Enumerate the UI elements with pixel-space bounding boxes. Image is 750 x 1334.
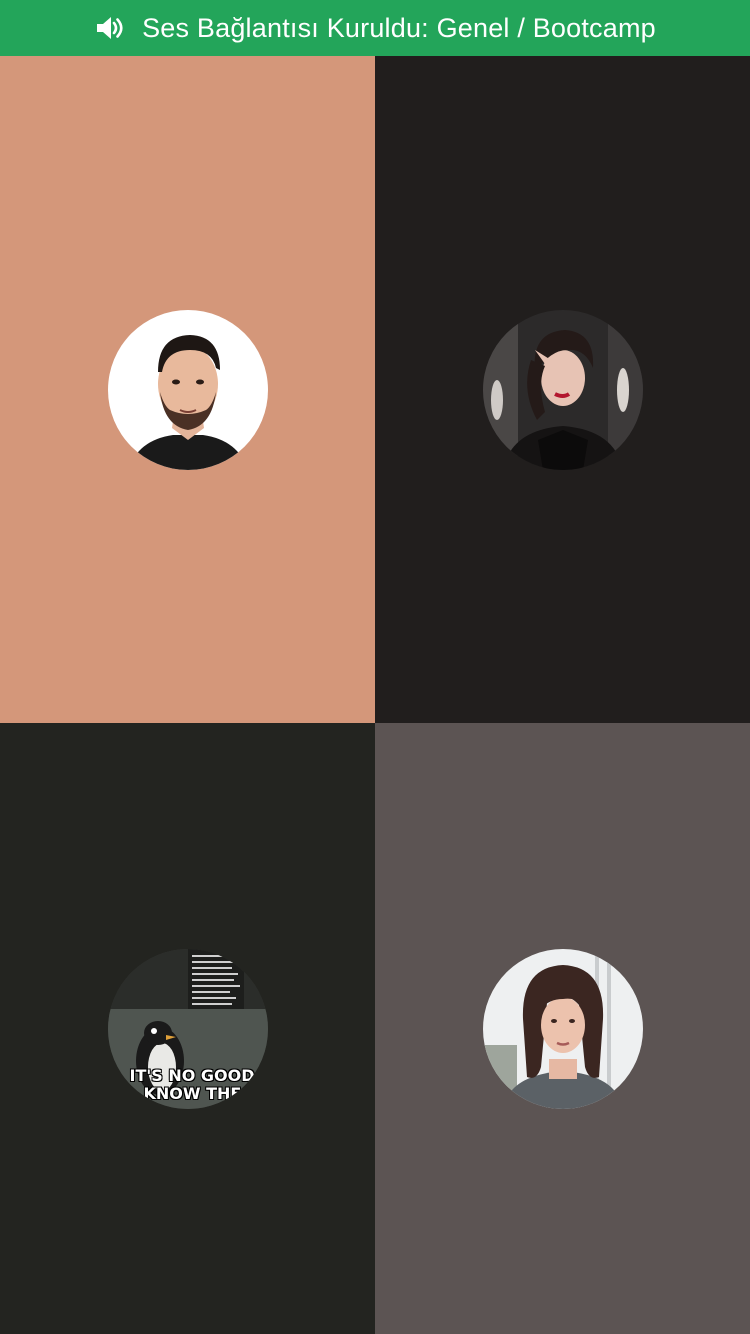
participant-tile[interactable] [0, 56, 375, 723]
participant-avatar [482, 309, 643, 470]
participant-grid: IT'S NO GOOD, I KNOW THE [0, 56, 750, 1334]
voice-connected-text: Ses Bağlantısı Kuruldu: Genel / Bootcamp [142, 12, 656, 43]
participant-avatar [107, 309, 268, 470]
participant-avatar [482, 948, 643, 1109]
voice-connected-banner[interactable]: Ses Bağlantısı Kuruldu: Genel / Bootcamp [0, 0, 750, 56]
participant-avatar: IT'S NO GOOD, I KNOW THE [107, 948, 268, 1109]
avatar-caption: IT'S NO GOOD, I [129, 1065, 268, 1085]
speaker-icon [94, 13, 124, 43]
participant-tile[interactable] [375, 723, 750, 1334]
participant-tile[interactable]: IT'S NO GOOD, I KNOW THE [0, 723, 375, 1334]
avatar-caption: KNOW THE [143, 1083, 242, 1103]
participant-tile[interactable] [375, 56, 750, 723]
